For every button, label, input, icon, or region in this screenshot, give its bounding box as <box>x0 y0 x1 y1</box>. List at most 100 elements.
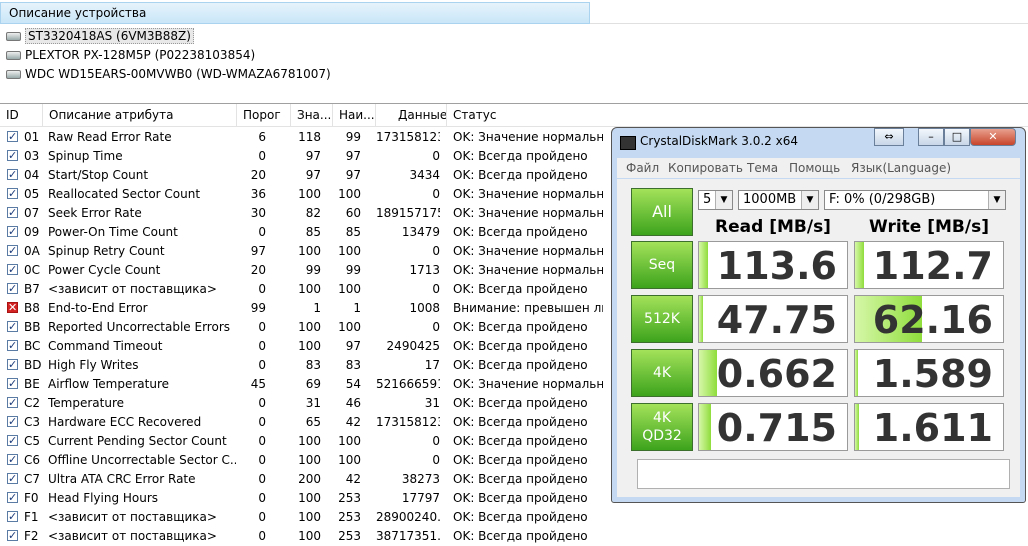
attr-value: 99 <box>305 263 321 277</box>
attr-name: Power-On Time Count <box>48 225 178 239</box>
attr-name: Current Pending Sector Count <box>48 434 227 448</box>
checkbox-checked-icon[interactable]: ✓ <box>7 530 18 541</box>
column-data[interactable]: Данные <box>376 104 447 126</box>
attr-value: 100 <box>298 510 321 524</box>
app-icon <box>620 136 636 150</box>
checkbox-checked-icon[interactable]: ✓ <box>7 473 18 484</box>
attr-value: 83 <box>305 358 321 372</box>
attr-status: OK: Значение нормальное <box>453 244 603 258</box>
checkbox-checked-icon[interactable]: ✓ <box>7 454 18 465</box>
menu-language[interactable]: Язык(Language) <box>851 161 951 175</box>
attr-data: 38717351... <box>376 529 440 543</box>
checkbox-checked-icon[interactable]: ✓ <box>7 169 18 180</box>
table-row[interactable]: ✓ F2 <зависит от поставщика> 0 100 253 3871735… <box>0 527 1028 546</box>
checkbox-checked-icon[interactable]: ✓ <box>7 511 18 522</box>
checkbox-checked-icon[interactable]: ✓ <box>7 397 18 408</box>
column-status[interactable]: Статус <box>447 104 1028 126</box>
device-item-1[interactable]: ST3320418AS (6VM3B88Z) <box>6 27 194 45</box>
test-button-seq[interactable]: Seq <box>631 241 693 289</box>
write-result: 1.611 <box>854 403 1004 451</box>
column-id[interactable]: ID <box>0 104 43 126</box>
size-select[interactable]: 1000MB ▼ <box>738 190 819 210</box>
close-button[interactable]: ✕ <box>970 128 1016 146</box>
attr-worst: 97 <box>345 168 361 182</box>
column-value[interactable]: Зна... <box>291 104 333 126</box>
error-x-icon[interactable]: ✕ <box>7 302 18 313</box>
menu-help[interactable]: Помощь <box>789 161 840 175</box>
attr-data: 31 <box>424 396 440 410</box>
comment-field[interactable] <box>637 459 1010 489</box>
column-threshold[interactable]: Порог <box>237 104 291 126</box>
attr-name: Offline Uncorrectable Sector C... <box>48 453 236 467</box>
attr-id: 0A <box>24 244 40 258</box>
attr-data: 0 <box>432 434 440 448</box>
attr-status: OK: Всегда пройдено <box>453 320 588 334</box>
checkbox-checked-icon[interactable]: ✓ <box>7 226 18 237</box>
checkbox-checked-icon[interactable]: ✓ <box>7 207 18 218</box>
checkbox-checked-icon[interactable]: ✓ <box>7 264 18 275</box>
checkbox-checked-icon[interactable]: ✓ <box>7 150 18 161</box>
checkbox-checked-icon[interactable]: ✓ <box>7 416 18 427</box>
checkbox-checked-icon[interactable]: ✓ <box>7 321 18 332</box>
menu-copy[interactable]: Копировать <box>668 161 743 175</box>
write-result: 62.16 <box>854 295 1004 343</box>
attr-id: F1 <box>24 510 39 524</box>
checkbox-checked-icon[interactable]: ✓ <box>7 492 18 503</box>
attr-threshold: 0 <box>258 149 266 163</box>
test-button-512k[interactable]: 512K <box>631 295 693 343</box>
menu-theme[interactable]: Тема <box>747 161 778 175</box>
attr-id: B8 <box>24 301 40 315</box>
attr-worst: 1 <box>353 301 361 315</box>
attr-name: Airflow Temperature <box>48 377 170 391</box>
drive-select[interactable]: F: 0% (0/298GB) ▼ <box>824 190 1006 210</box>
checkbox-checked-icon[interactable]: ✓ <box>7 131 18 142</box>
attr-status: OK: Всегда пройдено <box>453 282 588 296</box>
checkbox-checked-icon[interactable]: ✓ <box>7 378 18 389</box>
attr-id: BE <box>24 377 40 391</box>
attr-status: OK: Всегда пройдено <box>453 453 588 467</box>
attr-data: 0 <box>432 187 440 201</box>
checkbox-checked-icon[interactable]: ✓ <box>7 245 18 256</box>
checkbox-checked-icon[interactable]: ✓ <box>7 359 18 370</box>
test-button-4k-qd32[interactable]: 4K QD32 <box>631 403 693 451</box>
attr-data: 0 <box>432 244 440 258</box>
maximize-button[interactable]: □ <box>944 128 970 146</box>
attr-threshold: 36 <box>250 187 266 201</box>
all-button[interactable]: All <box>631 188 693 236</box>
attr-id: 09 <box>24 225 40 239</box>
column-worst[interactable]: Наи... <box>333 104 376 126</box>
column-attribute-name[interactable]: Описание атрибута <box>43 104 237 126</box>
checkbox-checked-icon[interactable]: ✓ <box>7 340 18 351</box>
attr-id: BB <box>24 320 41 334</box>
write-value: 1.589 <box>872 352 993 396</box>
menu-file[interactable]: Файл <box>626 161 659 175</box>
attr-worst: 97 <box>345 149 361 163</box>
attr-worst: 100 <box>338 187 361 201</box>
checkbox-checked-icon[interactable]: ✓ <box>7 188 18 199</box>
write-column-header: Write [MB/s] <box>869 217 989 237</box>
table-row[interactable]: ✓ F1 <зависит от поставщика> 0 100 253 2890024… <box>0 508 1028 527</box>
device-item-2[interactable]: PLEXTOR PX-128M5P (P02238103854) <box>6 46 255 64</box>
attr-worst: 85 <box>345 225 361 239</box>
attr-data: 189157175 <box>376 206 440 220</box>
crystaldiskmark-window: CrystalDiskMark 3.0.2 x64 ⇔ – □ ✕ Файл К… <box>611 127 1026 503</box>
device-item-3[interactable]: WDC WD15EARS-00MVWB0 (WD-WMAZA6781007) <box>6 65 331 83</box>
read-column-header: Read [MB/s] <box>715 217 831 237</box>
test-button-4k[interactable]: 4K <box>631 349 693 397</box>
write-value: 62.16 <box>872 298 993 342</box>
read-value: 0.715 <box>716 406 837 450</box>
count-select[interactable]: 5 ▼ <box>698 190 733 210</box>
chevron-down-icon: ▼ <box>801 191 818 209</box>
move-window-button[interactable]: ⇔ <box>874 128 904 146</box>
menu-bar: Файл Копировать Тема Помощь Язык(Languag… <box>617 158 1020 178</box>
attr-data: 521666591 <box>376 377 440 391</box>
checkbox-checked-icon[interactable]: ✓ <box>7 435 18 446</box>
hard-drive-icon <box>6 32 21 41</box>
device-label: ST3320418AS (6VM3B88Z) <box>25 28 194 44</box>
attr-value: 100 <box>298 282 321 296</box>
attr-value: 97 <box>305 149 321 163</box>
attr-data: 173158123 <box>376 130 440 144</box>
checkbox-checked-icon[interactable]: ✓ <box>7 283 18 294</box>
attr-name: Ultra ATA CRC Error Rate <box>48 472 196 486</box>
minimize-button[interactable]: – <box>918 128 944 146</box>
